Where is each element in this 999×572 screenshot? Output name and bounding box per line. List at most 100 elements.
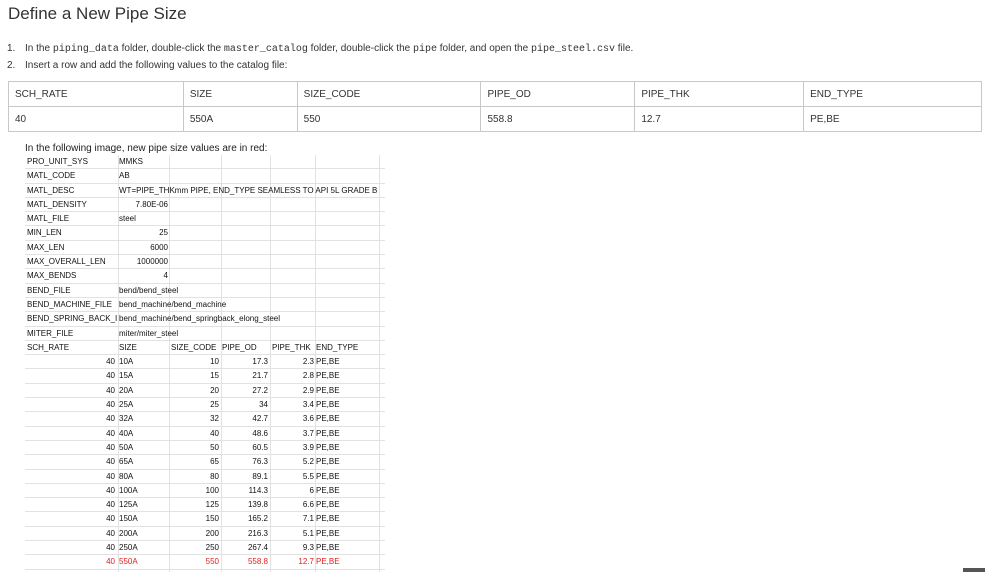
sheet-cell <box>119 298 168 311</box>
header-cell: END_TYPE <box>803 81 982 107</box>
sheet-row: 40 15A 15 21.7 2.8 PE,BE <box>25 369 385 384</box>
sheet-cell: MATL_DENSITY <box>27 199 87 209</box>
sheet-cell: PIPE_OD <box>222 342 257 352</box>
sheet-cell: 65 <box>210 457 219 467</box>
header-cell: SIZE <box>182 81 298 107</box>
sheet-cell: 125A <box>119 500 138 510</box>
sheet-cell: 2.3 <box>302 357 314 367</box>
sheet-cell <box>119 169 168 182</box>
sheet-row: 40 40A 40 48.6 3.7 PE,BE <box>25 427 385 441</box>
sheet-cell: 76.3 <box>252 457 268 467</box>
table-cell: 558.8 <box>480 106 636 132</box>
sheet-cell: 6 <box>309 485 314 495</box>
sheet-cell: PE,BE <box>316 528 340 538</box>
sheet-cell: 40 <box>106 385 115 395</box>
sheet-row: 40 25A 25 34 3.4 PE,BE <box>25 398 385 413</box>
sheet-cell: 89.1 <box>252 471 268 481</box>
sheet-cell: 558.8 <box>247 557 268 567</box>
sheet-cell: 20 <box>210 385 219 395</box>
sheet-cell: 9.3 <box>302 543 314 553</box>
sheet-cell: 15 <box>210 371 219 381</box>
sheet-cell: 5.5 <box>302 471 314 481</box>
sheet-cell: PE,BE <box>316 400 340 410</box>
sheet-row: 40 80A 80 89.1 5.5 PE,BE <box>25 470 385 484</box>
sheet-row: 40 150A 150 165.2 7.1 PE,BE <box>25 512 385 527</box>
sheet-cell: 139.8 <box>247 500 268 510</box>
sheet-row: 40 200A 200 216.3 5.1 PE,BE <box>25 527 385 542</box>
step-text: Insert a row and add the following value… <box>25 60 288 71</box>
sheet-cell: 40 <box>210 428 219 438</box>
sheet-cell: PE,BE <box>316 485 340 495</box>
sheet-cell: 27.2 <box>252 385 268 395</box>
sheet-cell: 267.4 <box>247 543 268 553</box>
sheet-cell: 40 <box>106 500 115 510</box>
sheet-cell: 32 <box>210 414 219 424</box>
sheet-cell: 40 <box>106 514 115 524</box>
sheet-cell: MIN_LEN <box>27 228 62 238</box>
sheet-cell: 60.5 <box>252 442 268 452</box>
sheet-cell: MITER_FILE <box>27 328 74 338</box>
sheet-cell: 25 <box>210 400 219 410</box>
sheet-row: 40 100A 100 114.3 6 PE,BE <box>25 484 385 499</box>
sheet-cell: PIPE_THK <box>272 342 311 352</box>
sheet-cell: 40 <box>106 371 115 381</box>
sheet-cell: PE,BE <box>316 543 340 553</box>
sheet-cell: 40 <box>106 442 115 452</box>
sheet-cell: 6000 <box>150 242 168 252</box>
sheet-cell: PE,BE <box>316 457 340 467</box>
sheet-row: 40 65A 65 76.3 5.2 PE,BE <box>25 455 385 470</box>
sheet-cell: SIZE <box>119 342 137 352</box>
sheet-cell: 7.1 <box>302 514 314 524</box>
sheet-cell: 200 <box>205 528 219 538</box>
step-2: 2. Insert a row and add the following va… <box>7 58 633 74</box>
sheet-row: MAX_LEN 6000 <box>25 241 385 256</box>
sheet-cell: 1000000 <box>136 257 168 267</box>
sheet-cell: 5.1 <box>302 528 314 538</box>
sheet-cell: 100A <box>119 485 138 495</box>
sheet-cell: 6.6 <box>302 500 314 510</box>
sheet-cell: 3.7 <box>302 428 314 438</box>
sheet-row: 40 50A 50 60.5 3.9 PE,BE <box>25 441 385 456</box>
sheet-row: MATL_FILE steel <box>25 212 385 227</box>
sheet-cell: 3.4 <box>302 400 314 410</box>
sheet-cell: 200A <box>119 528 138 538</box>
sheet-cell <box>119 155 168 168</box>
sheet-cell: 20A <box>119 385 134 395</box>
sheet-cell <box>119 327 168 340</box>
sheet-cell: MAX_LEN <box>27 242 65 252</box>
step-text: In the piping_data folder, double-click … <box>25 43 634 55</box>
sheet-cell: 2.9 <box>302 385 314 395</box>
sheet-cell <box>119 312 168 325</box>
sheet-cell: 150 <box>205 514 219 524</box>
sheet-row: 40 20A 20 27.2 2.9 PE,BE <box>25 384 385 399</box>
sheet-cell: 40 <box>106 543 115 553</box>
sheet-cell: 7.80E-06 <box>135 199 168 209</box>
sheet-cell: 550 <box>205 557 219 567</box>
sheet-row: MITER_FILE miter/miter_steel <box>25 327 385 341</box>
page-title: Define a New Pipe Size <box>8 4 187 23</box>
header-cell: PIPE_THK <box>634 81 805 107</box>
sheet-cell: PE,BE <box>316 385 340 395</box>
image-caption: In the following image, new pipe size va… <box>25 143 268 154</box>
sheet-row: SCH_RATE SIZE SIZE_CODE PIPE_OD PIPE_THK END_… <box>25 341 385 356</box>
sheet-cell: PE,BE <box>316 371 340 381</box>
sheet-cell: SCH_RATE <box>27 342 70 352</box>
table-cell: PE,BE <box>803 106 982 132</box>
sheet-cell: 40A <box>119 428 134 438</box>
table-cell: 550A <box>182 106 298 132</box>
sheet-cell: 50A <box>119 442 134 452</box>
sheet-cell: BEND_MACHINE_FILE <box>27 299 112 309</box>
sheet-row: 40 550A 550 558.8 12.7 PE,BE <box>25 555 385 570</box>
sheet-cell: 12.7 <box>298 557 314 567</box>
sheet-cell: 3.9 <box>302 442 314 452</box>
sheet-cell: 34 <box>259 400 268 410</box>
sheet-cell: MATL_CODE <box>27 171 76 181</box>
step-1: 1. In the piping_data folder, double-cli… <box>7 41 633 58</box>
sheet-cell: 21.7 <box>252 371 268 381</box>
sheet-cell: 550A <box>119 557 138 567</box>
catalog-values-table: SCH_RATE SIZE SIZE_CODE PIPE_OD PIPE_THK… <box>8 81 982 132</box>
sheet-row: MATL_CODE AB <box>25 169 385 184</box>
header-cell: SIZE_CODE <box>296 81 482 107</box>
sheet-row: BEND_SPRING_BACK_I bend_machine/bend_spri… <box>25 312 385 327</box>
horizontal-scrollbar[interactable] <box>963 568 985 572</box>
